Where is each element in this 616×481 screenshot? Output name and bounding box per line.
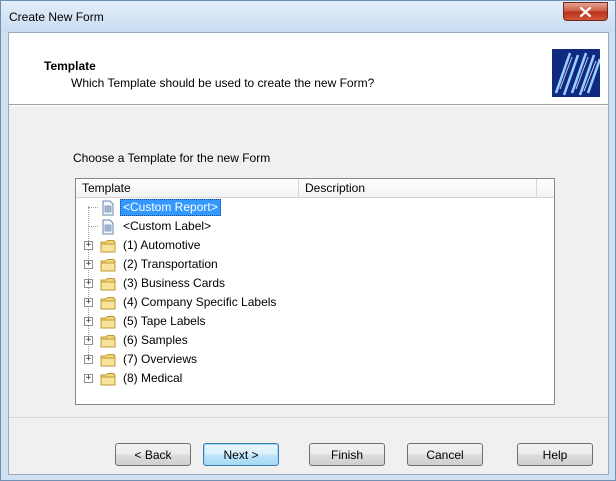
tree-item[interactable]: + (6) Samples bbox=[76, 331, 376, 350]
tree-column-header: Template Description bbox=[76, 179, 554, 198]
folder-icon bbox=[100, 259, 116, 272]
dialog-body: Template Which Template should be used t… bbox=[8, 32, 609, 475]
tree-item[interactable]: <Custom Label> bbox=[76, 217, 376, 236]
expand-icon[interactable]: + bbox=[84, 336, 93, 345]
tree-item-label: (8) Medical bbox=[123, 371, 183, 385]
tree-item[interactable]: + (1) Automotive bbox=[76, 236, 376, 255]
tree-item[interactable]: + (8) Medical bbox=[76, 369, 376, 388]
document-icon bbox=[102, 200, 114, 216]
folder-icon bbox=[100, 335, 116, 348]
tree-item-label: (6) Samples bbox=[123, 333, 188, 347]
tree-item-label: (3) Business Cards bbox=[123, 276, 226, 290]
window-title: Create New Form bbox=[9, 10, 104, 24]
finish-button[interactable]: Finish bbox=[309, 443, 385, 466]
tree-item[interactable]: + (5) Tape Labels bbox=[76, 312, 376, 331]
next-button[interactable]: Next > bbox=[203, 443, 279, 466]
tree-item-label: (2) Transportation bbox=[123, 257, 218, 271]
page-subtitle: Which Template should be used to create … bbox=[71, 76, 375, 90]
expand-icon[interactable]: + bbox=[84, 374, 93, 383]
page-title: Template bbox=[44, 59, 96, 73]
close-icon bbox=[580, 6, 591, 17]
wizard-banner-icon bbox=[552, 49, 600, 97]
expand-icon[interactable]: + bbox=[84, 241, 93, 250]
tree-item-label: <Custom Report> bbox=[120, 199, 221, 216]
footer-divider bbox=[9, 417, 608, 418]
tree-item[interactable]: + (4) Company Specific Labels bbox=[76, 293, 376, 312]
tree-item-label: <Custom Label> bbox=[123, 219, 212, 233]
tree-item-label: (7) Overviews bbox=[123, 352, 198, 366]
tree-item[interactable]: + (3) Business Cards bbox=[76, 274, 376, 293]
expand-icon[interactable]: + bbox=[84, 298, 93, 307]
wizard-header: Template Which Template should be used t… bbox=[9, 33, 608, 105]
title-bar: Create New Form bbox=[1, 1, 615, 32]
expand-icon[interactable]: + bbox=[84, 355, 93, 364]
folder-icon bbox=[100, 297, 116, 310]
folder-icon bbox=[100, 316, 116, 329]
column-header-template[interactable]: Template bbox=[76, 179, 299, 197]
close-button[interactable] bbox=[563, 2, 608, 21]
expand-icon[interactable]: + bbox=[84, 317, 93, 326]
tree-item[interactable]: + (2) Transportation bbox=[76, 255, 376, 274]
tree-item-label: (4) Company Specific Labels bbox=[123, 295, 277, 309]
folder-icon bbox=[100, 278, 116, 291]
folder-icon bbox=[100, 240, 116, 253]
create-new-form-dialog: Create New Form Template Which Template … bbox=[0, 0, 616, 481]
column-header-description[interactable]: Description bbox=[299, 179, 537, 197]
document-icon bbox=[102, 219, 114, 235]
tree-item-label: (1) Automotive bbox=[123, 238, 201, 252]
column-header-filler bbox=[537, 179, 554, 197]
cancel-button[interactable]: Cancel bbox=[407, 443, 483, 466]
folder-icon bbox=[100, 373, 116, 386]
folder-icon bbox=[100, 354, 116, 367]
expand-icon[interactable]: + bbox=[84, 279, 93, 288]
back-button[interactable]: < Back bbox=[115, 443, 191, 466]
tree-item[interactable]: <Custom Report> bbox=[76, 198, 376, 217]
tree-item[interactable]: + (7) Overviews bbox=[76, 350, 376, 369]
tree-item-label: (5) Tape Labels bbox=[123, 314, 206, 328]
template-tree[interactable]: Template Description <Custom Report> <Cu… bbox=[75, 178, 555, 405]
help-button[interactable]: Help bbox=[517, 443, 593, 466]
template-prompt-label: Choose a Template for the new Form bbox=[73, 151, 271, 165]
expand-icon[interactable]: + bbox=[84, 260, 93, 269]
